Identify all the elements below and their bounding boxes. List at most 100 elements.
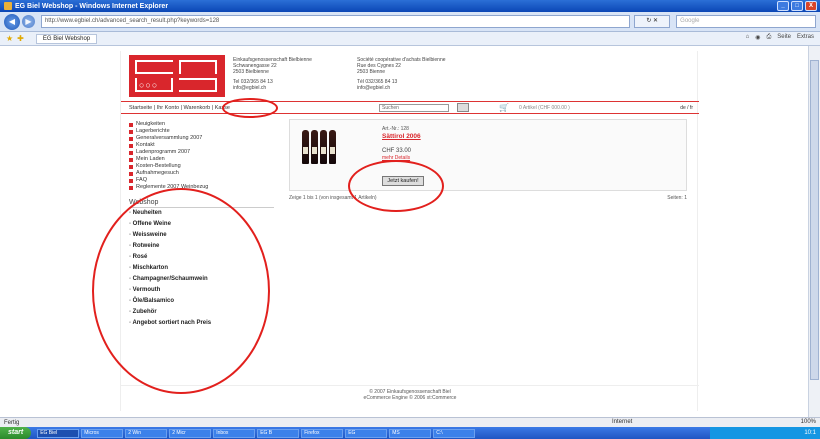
taskbar-item[interactable]: EG B — [257, 428, 300, 438]
product-details-link[interactable]: mehr Details — [382, 155, 421, 162]
command-bar: ⌂ ◉ ⎙ Seite Extras — [746, 34, 814, 41]
product-image[interactable] — [302, 130, 336, 164]
favorites-star-icon[interactable]: ★ — [6, 34, 13, 43]
category-link[interactable]: Zubehör — [129, 307, 279, 318]
forward-button[interactable]: ▶ — [21, 15, 35, 28]
address-line: 2503 Bielbienne — [233, 69, 269, 75]
webshop-heading: Webshop — [129, 199, 274, 208]
feeds-icon[interactable]: ◉ — [755, 34, 760, 41]
page-menu[interactable]: Seite — [777, 34, 791, 41]
bullet-icon — [129, 136, 133, 141]
result-count: Zeige 1 bis 1 (von insgesamt 1 Artikeln) — [289, 195, 377, 201]
sidebar-item[interactable]: Kontakt — [129, 142, 279, 149]
top-menu-links[interactable]: Startseite | Ihr Konto | Warenkorb | Kas… — [129, 105, 230, 111]
bullet-icon — [129, 129, 133, 134]
sidebar-link-label: Mein Laden — [136, 156, 165, 162]
sidebar-item[interactable]: Lagerberichte — [129, 128, 279, 135]
footer-engine: eCommerce Engine © 2006 xt:Commerce — [363, 395, 457, 401]
tab-eg-biel-webshop[interactable]: EG Biel Webshop — [35, 33, 98, 44]
language-switch[interactable]: de / fr — [680, 105, 693, 111]
cart-icon[interactable]: 🛒 — [499, 103, 509, 112]
sidebar-item[interactable]: Generalversammlung 2007 — [129, 135, 279, 142]
product-art-no: Art.-Nr.: 128 — [382, 126, 409, 132]
tools-menu[interactable]: Extras — [797, 34, 814, 41]
cart-summary[interactable]: 0 Artikel (CHF 000.00 ) — [519, 105, 570, 111]
maximize-button[interactable]: □ — [791, 1, 803, 11]
windows-taskbar: start EG Biel Micros 2 Win 2 Micr Inbox … — [0, 427, 820, 439]
bullet-icon — [129, 150, 133, 155]
product-info: Art.-Nr.: 128 Sättirol 2006 CHF 33.00 me… — [382, 126, 421, 162]
start-button[interactable]: start — [0, 427, 32, 439]
sidebar-link-label: Kosten-Bestellung — [136, 163, 181, 169]
zoom-level[interactable]: 100% — [801, 419, 816, 425]
window-controls: _ □ X — [777, 1, 817, 11]
company-address-de: Einkaufsgenossenschaft Bielbienne Schwan… — [233, 57, 312, 91]
category-link[interactable]: Mischkarton — [129, 263, 279, 274]
sidebar-item[interactable]: Kosten-Bestellung — [129, 163, 279, 170]
system-tray-clock[interactable]: 10:1 — [710, 427, 820, 439]
product-card: Art.-Nr.: 128 Sättirol 2006 CHF 33.00 me… — [289, 119, 687, 191]
category-link[interactable]: Angebot sortiert nach Preis — [129, 318, 279, 329]
bullet-icon — [129, 178, 133, 183]
category-link[interactable]: Öle/Balsamico — [129, 296, 279, 307]
status-bar: Fertig Internet 100% — [0, 417, 820, 427]
sidebar-link-label: Neuigkeiten — [136, 121, 166, 127]
category-link[interactable]: Rosé — [129, 252, 279, 263]
bullet-icon — [129, 171, 133, 176]
category-link[interactable]: Champagner/Schaumwein — [129, 274, 279, 285]
home-icon[interactable]: ⌂ — [746, 34, 750, 41]
taskbar-item[interactable]: Firefox — [301, 428, 344, 438]
category-link[interactable]: Rotweine — [129, 241, 279, 252]
sidebar-link-label: Aufnahmegesuch — [136, 170, 179, 176]
address-field[interactable]: http://www.egbiel.ch/advanced_search_res… — [40, 15, 631, 28]
category-link[interactable]: Offene Weine — [129, 219, 279, 230]
site-search-button[interactable] — [457, 103, 469, 112]
address-line: info@egbiel.ch — [233, 85, 267, 91]
company-address-fr: Société coopérative d'achats Bielbienne … — [357, 57, 446, 91]
taskbar-item[interactable]: 2 Win — [125, 428, 168, 438]
buy-now-button[interactable]: Jetzt kaufen! — [382, 176, 424, 186]
security-zone[interactable]: Internet — [612, 419, 632, 425]
ie-app-icon — [4, 2, 12, 10]
category-link[interactable]: Vermouth — [129, 285, 279, 296]
back-button[interactable]: ◀ — [4, 13, 20, 30]
sidebar-link-label: Ladenprogramm 2007 — [136, 149, 191, 155]
close-button[interactable]: X — [805, 1, 817, 11]
bullet-icon — [129, 185, 133, 190]
address-line: info@egbiel.ch — [357, 85, 391, 91]
sidebar-item[interactable]: Reglemente 2007 Weinbezug — [129, 184, 279, 191]
taskbar-item[interactable]: EG — [345, 428, 388, 438]
sidebar-item[interactable]: Aufnahmegesuch — [129, 170, 279, 177]
sidebar-item[interactable]: FAQ — [129, 177, 279, 184]
taskbar-item[interactable]: EG Biel — [37, 428, 80, 438]
taskbar-item[interactable]: Inbox — [213, 428, 256, 438]
add-favorite-icon[interactable]: ✚ — [17, 34, 24, 43]
print-icon[interactable]: ⎙ — [766, 34, 771, 41]
sidebar-item[interactable]: Neuigkeiten — [129, 121, 279, 128]
minimize-button[interactable]: _ — [777, 1, 789, 11]
taskbar-item[interactable]: Micros — [81, 428, 124, 438]
taskbar-item[interactable]: C:\ — [433, 428, 476, 438]
bullet-icon — [129, 164, 133, 169]
sidebar-item[interactable]: Mein Laden — [129, 156, 279, 163]
taskbar-item[interactable]: MS — [389, 428, 432, 438]
taskbar-item[interactable]: 2 Micr — [169, 428, 212, 438]
category-link[interactable]: Neuheiten — [129, 208, 279, 219]
status-text: Fertig — [4, 419, 20, 426]
webshop-page: ○○○ Einkaufsgenossenschaft Bielbienne Sc… — [120, 51, 699, 411]
sidebar-item[interactable]: Ladenprogramm 2007 — [129, 149, 279, 156]
product-title-link[interactable]: Sättirol 2006 — [382, 133, 421, 140]
sidebar: Neuigkeiten Lagerberichte Generalversamm… — [129, 121, 279, 329]
vertical-scrollbar[interactable] — [808, 46, 820, 417]
page-viewport: ○○○ Einkaufsgenossenschaft Bielbienne Sc… — [0, 46, 808, 417]
sidebar-link-label: Reglemente 2007 Weinbezug — [136, 184, 209, 190]
search-input[interactable]: Google — [676, 15, 816, 28]
site-search-input[interactable]: Suchen — [379, 104, 449, 112]
page-links[interactable]: Seiten: 1 — [667, 195, 687, 201]
category-link[interactable]: Weissweine — [129, 230, 279, 241]
eg-logo[interactable]: ○○○ — [129, 55, 225, 97]
scrollbar-thumb[interactable] — [810, 60, 819, 380]
site-menu-bar: Startseite | Ihr Konto | Warenkorb | Kas… — [121, 101, 699, 114]
refresh-stop-buttons[interactable]: ↻ ✕ — [634, 15, 671, 28]
search-results: Art.-Nr.: 128 Sättirol 2006 CHF 33.00 me… — [289, 119, 687, 201]
